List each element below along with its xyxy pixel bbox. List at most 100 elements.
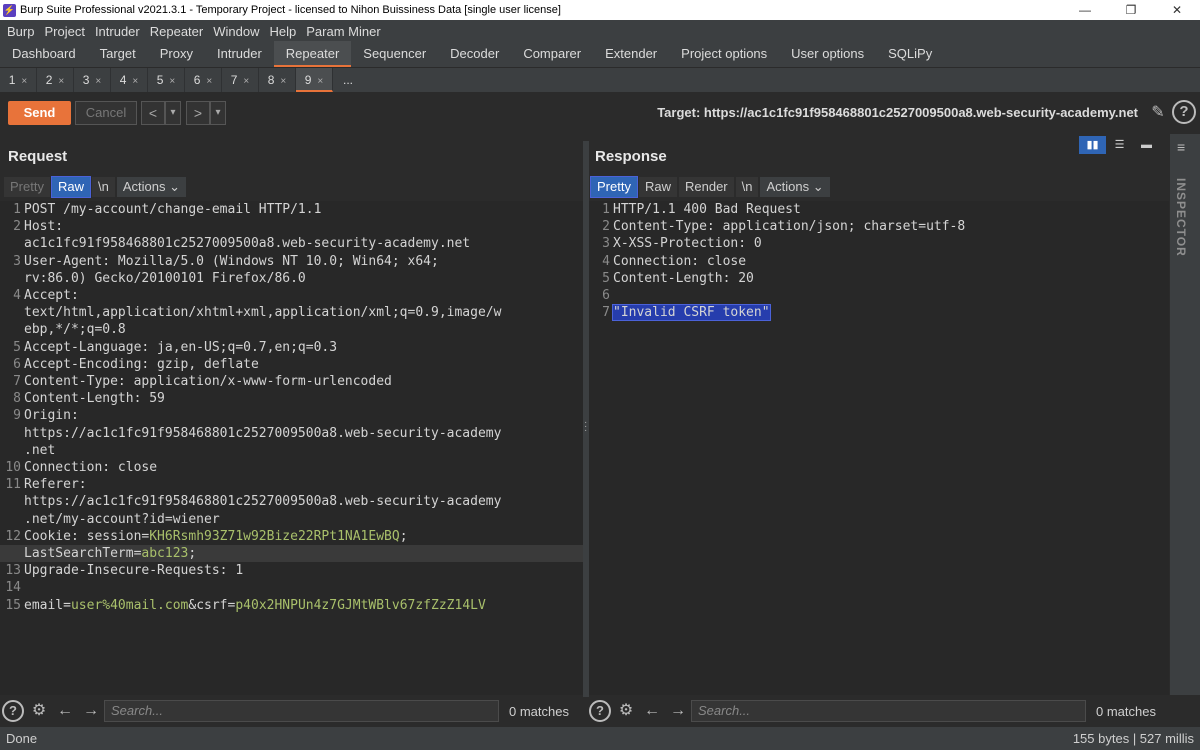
help-icon[interactable]: ? bbox=[589, 700, 611, 722]
close-icon[interactable]: ✕ bbox=[1154, 0, 1200, 20]
request-tab-pretty[interactable]: Pretty bbox=[4, 177, 50, 197]
repeater-tab-3[interactable]: 3 × bbox=[74, 68, 111, 92]
line-number: 15 bbox=[5, 597, 21, 613]
tab-dashboard[interactable]: Dashboard bbox=[0, 41, 88, 67]
menu-param-miner[interactable]: Param Miner bbox=[301, 24, 385, 39]
request-code: ac1c1fc91f958468801c2527009500a8.web-sec… bbox=[24, 235, 583, 252]
response-line: 6 bbox=[589, 287, 1169, 304]
request-code bbox=[24, 579, 583, 596]
request-actions-button[interactable]: Actions ⌄ bbox=[116, 177, 186, 197]
tab-proxy[interactable]: Proxy bbox=[148, 41, 205, 67]
response-tab-pretty[interactable]: Pretty bbox=[590, 176, 638, 198]
gear-icon[interactable]: ⚙ bbox=[26, 698, 52, 724]
request-line: 12 Cookie: session=KH6Rsmh93Z71w92Bize22R… bbox=[0, 528, 583, 545]
forward-history-dropdown[interactable]: ▾ bbox=[210, 101, 226, 125]
menu-burp[interactable]: Burp bbox=[2, 24, 39, 39]
tab-sqlipy[interactable]: SQLiPy bbox=[876, 41, 944, 67]
request-line: text/html,application/xhtml+xml,applicat… bbox=[0, 304, 583, 321]
arrow-right-icon[interactable]: → bbox=[665, 698, 691, 724]
tab-target[interactable]: Target bbox=[88, 41, 148, 67]
code-text: Content-Length: 59 bbox=[24, 391, 165, 407]
tab-repeater[interactable]: Repeater bbox=[273, 41, 352, 67]
close-tab-icon[interactable]: × bbox=[169, 76, 175, 87]
repeater-tab-more[interactable]: ... bbox=[333, 68, 363, 92]
menu-window[interactable]: Window bbox=[208, 24, 264, 39]
back-history-dropdown[interactable]: ▾ bbox=[165, 101, 181, 125]
request-code: Host: bbox=[24, 218, 583, 235]
request-code: ebp,*/*;q=0.8 bbox=[24, 321, 583, 338]
response-search-input[interactable]: Search... bbox=[691, 700, 1086, 722]
repeater-tab-7[interactable]: 7 × bbox=[222, 68, 259, 92]
request-search-input[interactable]: Search... bbox=[104, 700, 499, 722]
close-tab-icon[interactable]: × bbox=[280, 76, 286, 87]
repeater-tab-8[interactable]: 8 × bbox=[259, 68, 296, 92]
restore-icon[interactable]: ❐ bbox=[1108, 0, 1154, 20]
edit-target-pencil-icon[interactable]: ✎ bbox=[1148, 102, 1168, 124]
tab-user-options[interactable]: User options bbox=[779, 41, 876, 67]
inspector-sidebar[interactable]: ≡ INSPECTOR bbox=[1170, 134, 1200, 695]
request-editor[interactable]: 1 POST /my-account/change-email HTTP/1.1 2… bbox=[0, 201, 583, 695]
menu-repeater[interactable]: Repeater bbox=[145, 24, 208, 39]
request-line: 6 Accept-Encoding: gzip, deflate bbox=[0, 356, 583, 373]
close-tab-icon[interactable]: × bbox=[132, 76, 138, 87]
arrow-left-icon[interactable]: ← bbox=[639, 698, 665, 724]
repeater-tab-2[interactable]: 2 × bbox=[37, 68, 74, 92]
tab-comparer[interactable]: Comparer bbox=[511, 41, 593, 67]
help-icon[interactable]: ? bbox=[1172, 100, 1196, 124]
request-line: 8 Content-Length: 59 bbox=[0, 390, 583, 407]
tab-extender[interactable]: Extender bbox=[593, 41, 669, 67]
response-actions-button[interactable]: Actions ⌄ bbox=[760, 177, 830, 197]
response-tab-newline[interactable]: \n bbox=[735, 177, 759, 197]
arrow-left-icon[interactable]: ← bbox=[52, 698, 78, 724]
tab-project-options[interactable]: Project options bbox=[669, 41, 779, 67]
request-tab-newline[interactable]: \n bbox=[91, 177, 115, 197]
tab-sequencer[interactable]: Sequencer bbox=[351, 41, 438, 67]
request-line: ac1c1fc91f958468801c2527009500a8.web-sec… bbox=[0, 235, 583, 252]
inspector-menu-icon[interactable]: ≡ bbox=[1177, 140, 1193, 154]
repeater-tabs: 1 × 2 × 3 × 4 × 5 × 6 × 7 × 8 × 9 ×... bbox=[0, 68, 1200, 92]
close-tab-icon[interactable]: × bbox=[21, 76, 27, 87]
forward-button[interactable]: > bbox=[186, 101, 210, 125]
close-tab-icon[interactable]: × bbox=[58, 76, 64, 87]
cancel-button[interactable]: Cancel bbox=[75, 101, 137, 125]
minimize-icon[interactable]: — bbox=[1062, 0, 1108, 20]
repeater-tab-5[interactable]: 5 × bbox=[148, 68, 185, 92]
line-number: 2 bbox=[602, 219, 610, 235]
menu-help[interactable]: Help bbox=[264, 24, 301, 39]
help-icon[interactable]: ? bbox=[2, 700, 24, 722]
line-number: 4 bbox=[602, 253, 610, 269]
close-tab-icon[interactable]: × bbox=[95, 76, 101, 87]
send-button[interactable]: Send bbox=[8, 101, 71, 125]
response-code bbox=[613, 287, 1169, 304]
repeater-tab-4[interactable]: 4 × bbox=[111, 68, 148, 92]
target-label[interactable]: Target: https://ac1c1fc91f958468801c2527… bbox=[657, 101, 1138, 125]
arrow-right-icon[interactable]: → bbox=[78, 698, 104, 724]
back-button[interactable]: < bbox=[141, 101, 165, 125]
repeater-tab-9[interactable]: 9 × bbox=[296, 68, 333, 92]
top-bottom-layout-icon[interactable]: ☰ bbox=[1106, 136, 1133, 154]
code-text: Accept-Language: ja,en-US;q=0.7,en;q=0.3 bbox=[24, 339, 338, 355]
menu-intruder[interactable]: Intruder bbox=[90, 24, 145, 39]
close-tab-icon[interactable]: × bbox=[206, 76, 212, 87]
response-tab-render[interactable]: Render bbox=[678, 177, 734, 197]
gear-icon[interactable]: ⚙ bbox=[613, 698, 639, 724]
repeater-tab-6[interactable]: 6 × bbox=[185, 68, 222, 92]
menu-project[interactable]: Project bbox=[39, 24, 89, 39]
request-tab-raw[interactable]: Raw bbox=[50, 176, 91, 198]
tabs-layout-icon[interactable]: ▬ bbox=[1133, 136, 1160, 154]
request-title: Request bbox=[8, 148, 68, 165]
repeater-tab-1[interactable]: 1 × bbox=[0, 68, 37, 92]
response-line: 1 HTTP/1.1 400 Bad Request bbox=[589, 201, 1169, 218]
tab-intruder[interactable]: Intruder bbox=[205, 41, 274, 67]
close-tab-icon[interactable]: × bbox=[317, 76, 323, 87]
side-by-side-layout-icon[interactable]: ▮▮ bbox=[1079, 136, 1106, 154]
repeater-tab-label: 7 bbox=[230, 73, 238, 87]
request-code: text/html,application/xhtml+xml,applicat… bbox=[24, 304, 583, 321]
close-tab-icon[interactable]: × bbox=[243, 76, 249, 87]
code-text: Content-Length: 20 bbox=[613, 270, 754, 286]
response-editor[interactable]: 1 HTTP/1.1 400 Bad Request 2 Content-Type: … bbox=[589, 201, 1169, 695]
request-code: Content-Type: application/x-www-form-url… bbox=[24, 373, 583, 390]
response-tab-raw[interactable]: Raw bbox=[638, 177, 677, 197]
tab-decoder[interactable]: Decoder bbox=[438, 41, 511, 67]
pane-splitter[interactable]: · · · bbox=[583, 141, 589, 697]
